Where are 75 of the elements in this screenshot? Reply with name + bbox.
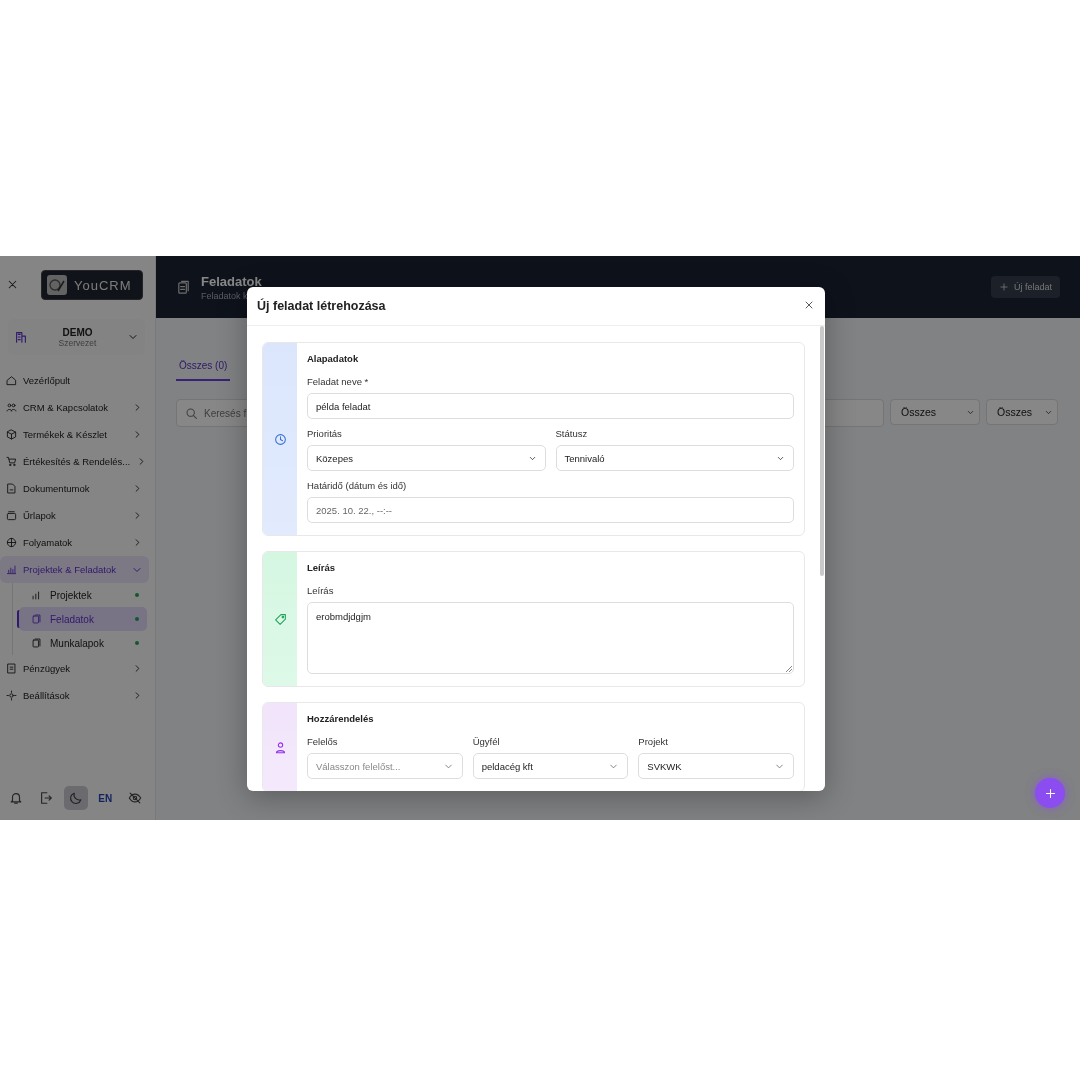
nav-icon — [6, 402, 17, 413]
nav-icon — [6, 483, 17, 494]
field-label: Státusz — [555, 428, 589, 439]
nav-icon — [6, 510, 17, 521]
nav-icon — [6, 663, 17, 674]
clipboard-icon — [176, 279, 191, 295]
nav-item[interactable]: Projektek & Feladatok — [0, 556, 149, 583]
nav-subitem[interactable]: Feladatok — [19, 607, 147, 631]
nav-item[interactable]: Űrlapok — [0, 502, 149, 529]
field-label: Leírás — [307, 585, 335, 596]
moon-icon — [68, 791, 83, 805]
nav-icon — [6, 690, 17, 701]
section-title: Alapadatok — [307, 353, 360, 364]
field-label: Felelős — [307, 736, 339, 747]
field-label: Feladat neve * — [307, 376, 370, 387]
nav-item[interactable]: CRM & Kapcsolatok — [0, 394, 149, 421]
status-dot — [135, 641, 139, 645]
nav-icon — [6, 429, 17, 440]
nav-icon — [31, 589, 42, 601]
close-icon — [803, 299, 815, 311]
nav-icon — [6, 537, 17, 548]
select-field[interactable]: SVKWK — [638, 753, 794, 779]
textarea-field[interactable]: erobmdjdgjm — [307, 602, 794, 674]
scrollbar[interactable] — [820, 326, 824, 576]
bell-icon — [9, 791, 23, 805]
page-subtitle: Feladatok k — [201, 290, 249, 301]
person-icon — [273, 740, 287, 754]
nav-item[interactable]: Termékek & Készlet — [0, 421, 149, 448]
nav-icon — [6, 564, 17, 575]
clock-icon — [273, 432, 287, 446]
nav-subitem[interactable]: Projektek — [19, 583, 147, 607]
field-label: Ügyfél — [472, 736, 501, 747]
resize-grip-icon — [786, 666, 792, 672]
select-field[interactable]: Válasszon felelőst... — [307, 753, 463, 779]
nav-subitem[interactable]: Munkalapok — [19, 631, 147, 655]
language-button[interactable]: EN — [93, 786, 118, 810]
close-icon — [6, 278, 19, 291]
nav-icon — [6, 375, 17, 386]
field-label: Projekt — [638, 736, 669, 747]
nav-icon — [6, 456, 17, 467]
filter-select[interactable]: Összes — [890, 399, 980, 425]
select-field[interactable]: peldacég kft — [472, 753, 629, 779]
plus-icon — [1043, 786, 1057, 800]
logo: YouCRM — [41, 270, 143, 300]
nav-item[interactable]: Folyamatok — [0, 529, 149, 556]
nav-item[interactable]: Beállítások — [0, 682, 149, 709]
field-label: Határidő (dátum és idő) — [307, 480, 408, 491]
moon-button[interactable] — [63, 786, 88, 810]
eye-off-icon — [128, 791, 142, 805]
status-dot — [135, 617, 139, 621]
date-field[interactable]: 2025. 10. 22., --:-- — [307, 497, 794, 523]
logo-drawing — [46, 274, 68, 296]
new-task-button[interactable]: Új feladat — [990, 276, 1060, 298]
tab[interactable]: Összes (0) — [176, 356, 231, 381]
nav-item[interactable]: Dokumentumok — [0, 475, 149, 502]
status-dot — [135, 593, 139, 597]
plus-icon — [998, 282, 1009, 292]
building-icon — [14, 330, 28, 344]
select-field[interactable]: Tennivaló — [555, 445, 794, 471]
field-label: Prioritás — [307, 428, 343, 439]
nav-item[interactable]: Pénzügyek — [0, 655, 149, 682]
logout-icon — [38, 791, 53, 805]
tag-icon — [273, 612, 287, 626]
text-field[interactable]: példa feladat — [307, 393, 794, 419]
search-icon — [185, 406, 198, 420]
section-title: Leírás — [307, 562, 336, 573]
nav-icon — [31, 613, 42, 625]
nav-item[interactable]: Vezérlőpult — [0, 367, 149, 394]
page-title: Feladatok — [201, 273, 263, 289]
section-title: Hozzárendelés — [307, 713, 375, 724]
nav-item[interactable]: Értékesítés & Rendelés... — [0, 448, 149, 475]
filter-select[interactable]: Összes — [986, 399, 1058, 425]
dialog-title: Új feladat létrehozása — [257, 299, 386, 313]
select-field[interactable]: Közepes — [307, 445, 546, 471]
nav-icon — [31, 637, 42, 649]
